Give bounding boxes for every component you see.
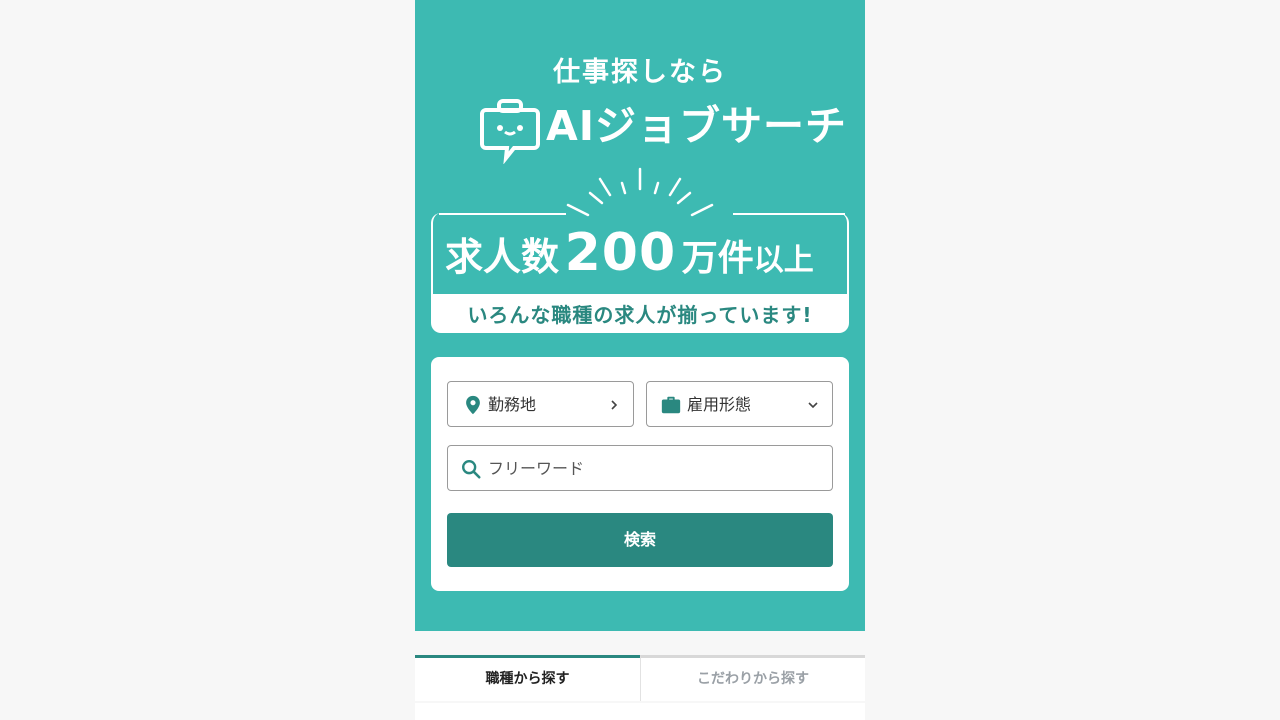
search-tabs: 職種から探す こだわりから探す (415, 655, 865, 701)
keyword-search-input[interactable]: フリーワード (447, 445, 833, 491)
job-count-number: 200 (564, 223, 677, 283)
banner-subtitle: いろんな職種の求人が揃っています! (467, 303, 813, 327)
tagline: 仕事探しなら (553, 57, 727, 88)
job-count-banner: 求人数 200 万件以上 いろんな職種の求人が揃っています! (431, 213, 849, 333)
chevron-right-icon (611, 400, 618, 410)
briefcase-robot-logo-icon (480, 99, 540, 164)
employment-type-select[interactable]: 雇用形態 (646, 381, 833, 427)
job-count-unit: 万件 (681, 238, 754, 279)
logo-wordmark: AIジョブサーチ (546, 102, 847, 150)
site-logo[interactable]: AIジョブサーチ (480, 96, 846, 164)
tab-search-by-job-type[interactable]: 職種から探す (415, 655, 640, 701)
search-card: 勤務地 雇用形態 フリーワード 検索 (431, 357, 849, 591)
job-count-suffix: 以上 (753, 243, 814, 278)
job-count-prefix: 求人数 (445, 235, 560, 279)
location-select[interactable]: 勤務地 (447, 381, 634, 427)
app-container: 仕事探しなら AIジョブサーチ 求人数 200 万件以上 いろんな職種の求人が揃… (415, 0, 865, 720)
map-pin-icon (466, 395, 480, 415)
keyword-placeholder: フリーワード (488, 459, 585, 478)
chevron-down-icon (808, 402, 818, 409)
search-button[interactable]: 検索 (447, 513, 833, 567)
employment-type-label: 雇用形態 (687, 395, 752, 414)
search-icon (462, 460, 481, 479)
briefcase-icon (661, 396, 681, 414)
sparkle-burst-icon (566, 167, 714, 217)
banner-frame-top-right (733, 213, 845, 215)
job-count-headline: 求人数 200 万件以上 (445, 223, 845, 283)
location-label: 勤務地 (488, 395, 537, 414)
banner-frame-top-left (439, 213, 566, 215)
tab-search-by-preference[interactable]: こだわりから探す (640, 655, 865, 701)
hero-section: 仕事探しなら AIジョブサーチ 求人数 200 万件以上 いろんな職種の求人が揃… (415, 0, 865, 631)
tab-content-area (415, 703, 865, 720)
